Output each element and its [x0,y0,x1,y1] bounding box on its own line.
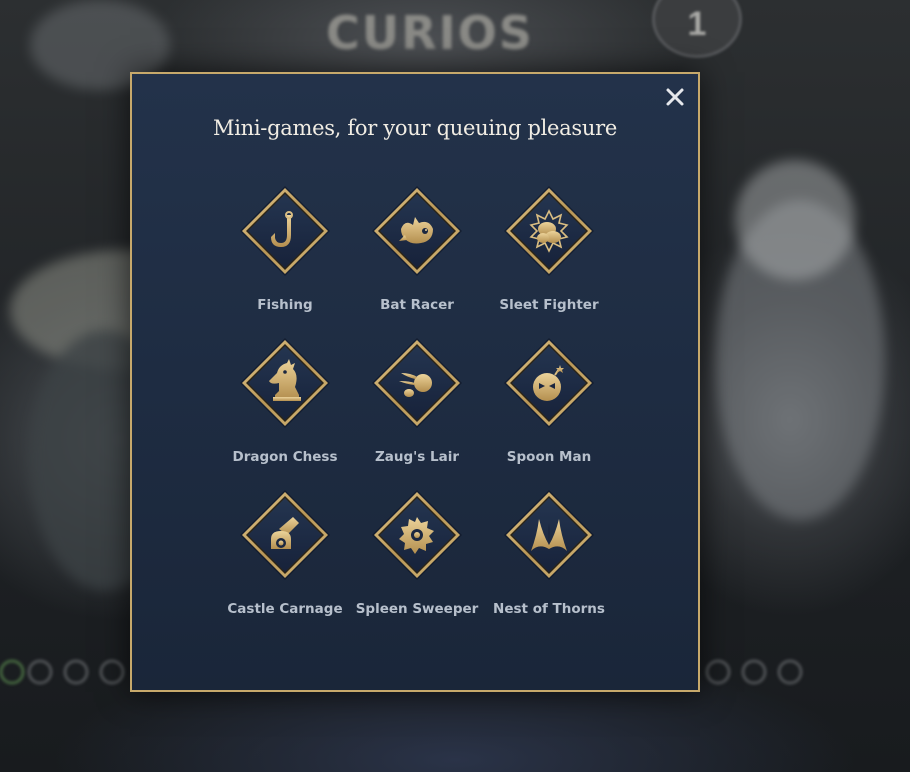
fishing-hook-icon [239,185,331,277]
thorns-icon [503,489,595,581]
fireball-icon [371,337,463,429]
game-label: Bat Racer [380,297,454,313]
background-dot [100,660,124,684]
game-tile-fishing[interactable]: Fishing [215,185,355,321]
game-tile-castle-carnage[interactable]: Castle Carnage [215,489,355,625]
background-dot [778,660,802,684]
cannon-icon [239,489,331,581]
background-dot [0,660,24,684]
game-tile-dragon-chess[interactable]: Dragon Chess [215,337,355,473]
game-tile-spoon-man[interactable]: Spoon Man [479,337,619,473]
background-creature-right-top [735,160,855,280]
game-tile-nest-of-thorns[interactable]: Nest of Thorns [479,489,619,625]
game-label: Castle Carnage [227,601,343,617]
background-dot [742,660,766,684]
game-label: Sleet Fighter [499,297,599,313]
close-button[interactable] [662,84,688,110]
minigames-dialog: Mini-games, for your queuing pleasure Fi… [130,72,700,692]
background-title: CURIOS [326,6,534,60]
dialog-title: Mini-games, for your queuing pleasure [213,116,617,140]
game-tile-sleet-fighter[interactable]: Sleet Fighter [479,185,619,321]
background-dot [28,660,52,684]
background-dot [706,660,730,684]
game-label: Dragon Chess [232,449,338,465]
game-label: Spleen Sweeper [355,601,479,617]
background-badge: 1 [652,0,742,58]
background-dot [64,660,88,684]
game-label: Nest of Thorns [493,601,605,617]
close-icon [666,88,684,106]
dragon-chess-icon [239,337,331,429]
bomb-face-icon [503,337,595,429]
game-label: Spoon Man [506,449,592,465]
fist-icon [503,185,595,277]
game-label: Fishing [257,297,313,313]
game-label: Zaug's Lair [374,449,460,465]
bat-icon [371,185,463,277]
game-tile-zaugs-lair[interactable]: Zaug's Lair [347,337,487,473]
game-tile-spleen-sweeper[interactable]: Spleen Sweeper [347,489,487,625]
game-tile-bat-racer[interactable]: Bat Racer [347,185,487,321]
mine-icon [371,489,463,581]
